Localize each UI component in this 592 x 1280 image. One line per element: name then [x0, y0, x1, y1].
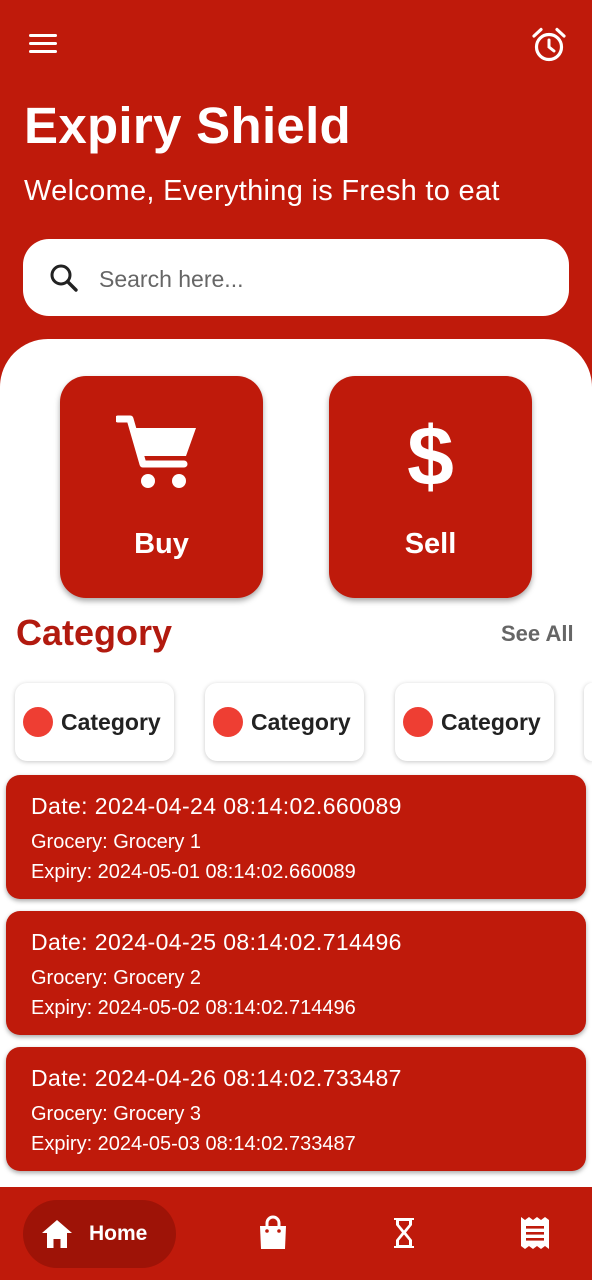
category-chip-label: Category: [61, 709, 161, 735]
hamburger-menu-icon[interactable]: [26, 30, 60, 58]
grocery-record-card[interactable]: Date: 2024-04-24 08:14:02.660089 Grocery…: [6, 775, 586, 899]
search-input[interactable]: [99, 262, 539, 296]
category-dot-icon: [403, 707, 433, 737]
dollar-icon: $: [407, 409, 454, 503]
buy-button[interactable]: Buy: [60, 376, 263, 598]
category-chip-label: Category: [251, 709, 351, 735]
grocery-record-card[interactable]: Date: 2024-04-26 08:14:02.733487 Grocery…: [6, 1047, 586, 1171]
record-grocery: Grocery: Grocery 1: [31, 831, 202, 853]
category-chip[interactable]: Category: [15, 683, 174, 761]
record-expiry: Expiry: 2024-05-03 08:14:02.733487: [31, 1133, 356, 1155]
sell-label: Sell: [404, 528, 457, 560]
shopping-cart-icon: [116, 415, 196, 488]
hourglass-icon[interactable]: [387, 1215, 421, 1251]
record-date: Date: 2024-04-25 08:14:02.714496: [31, 929, 402, 955]
sell-button[interactable]: $ Sell: [329, 376, 532, 598]
bottom-navigation-bar: Home: [0, 1187, 592, 1280]
home-icon: [42, 1220, 72, 1248]
nav-home-tab[interactable]: Home: [23, 1200, 176, 1268]
buy-label: Buy: [134, 528, 189, 560]
category-chip[interactable]: Category: [395, 683, 554, 761]
record-date: Date: 2024-04-24 08:14:02.660089: [31, 793, 402, 819]
record-grocery: Grocery: Grocery 2: [31, 967, 202, 989]
category-chip-partial[interactable]: [584, 683, 592, 761]
app-title: Expiry Shield: [24, 97, 352, 154]
record-grocery: Grocery: Grocery 3: [31, 1103, 202, 1125]
category-dot-icon: [213, 707, 243, 737]
nav-home-label: Home: [89, 1222, 148, 1245]
grocery-record-card[interactable]: Date: 2024-04-25 08:14:02.714496 Grocery…: [6, 911, 586, 1035]
category-chip[interactable]: Category: [205, 683, 364, 761]
shopping-bag-icon[interactable]: [256, 1215, 290, 1251]
search-icon: [50, 264, 78, 292]
category-chip-label: Category: [441, 709, 541, 735]
category-dot-icon: [23, 707, 53, 737]
top-app-bar: [0, 0, 592, 90]
welcome-message: Welcome, Everything is Fresh to eat: [24, 175, 500, 207]
record-date: Date: 2024-04-26 08:14:02.733487: [31, 1065, 402, 1091]
category-heading: Category: [16, 612, 173, 653]
record-expiry: Expiry: 2024-05-01 08:14:02.660089: [31, 861, 356, 883]
alarm-clock-icon[interactable]: [530, 26, 568, 64]
see-all-link[interactable]: See All: [501, 621, 574, 647]
receipt-icon[interactable]: [518, 1215, 552, 1251]
record-expiry: Expiry: 2024-05-02 08:14:02.714496: [31, 997, 356, 1019]
